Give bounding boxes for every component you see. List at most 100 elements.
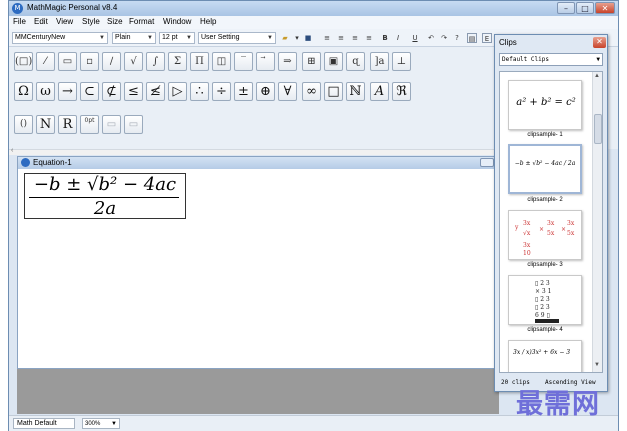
scroll-left-icon[interactable]: ‹: [11, 147, 13, 154]
omega-upper-button[interactable]: Ω: [14, 82, 33, 101]
chevron-down-icon: ▼: [111, 421, 117, 427]
menu-window[interactable]: Window: [163, 17, 191, 26]
fraction-template-icon[interactable]: ⁄: [36, 52, 55, 71]
for-all-button[interactable]: ∀: [278, 82, 297, 101]
open-folder-icon[interactable]: ▰: [280, 33, 290, 43]
infinity-button[interactable]: ∞: [302, 82, 321, 101]
menu-file[interactable]: File: [13, 17, 26, 26]
scroll-up-icon[interactable]: ▲: [594, 73, 600, 79]
arrow-right-button[interactable]: →: [58, 82, 77, 101]
equation-box[interactable]: −b ± √b² − 4ac 2a: [24, 173, 186, 219]
not-subset-button[interactable]: ⊄: [102, 82, 121, 101]
clip-item[interactable]: y 3x √x × 3x 5x × 3x 5x 3x 10: [508, 210, 582, 260]
clip-item[interactable]: ▯ 2 3 × 3 1 ▯ 2 3 ▯ 2 36 9 ▯: [508, 275, 582, 325]
product-template-icon[interactable]: Π: [190, 52, 209, 71]
italic-a-button[interactable]: A: [370, 82, 389, 101]
subscript-template-icon[interactable]: ▭: [58, 52, 77, 71]
menu-edit[interactable]: Edit: [34, 17, 48, 26]
size-select[interactable]: 12 pt ▼: [159, 32, 195, 44]
scrollbar-thumb[interactable]: [594, 114, 602, 144]
minimize-button[interactable]: –: [557, 2, 575, 14]
save-icon[interactable]: ■: [303, 33, 313, 43]
custom-r-button[interactable]: R: [58, 115, 77, 134]
radical-template-icon[interactable]: √: [124, 52, 143, 71]
underbrace-template-icon[interactable]: ◫: [212, 52, 231, 71]
setting-select[interactable]: User Setting ▼: [198, 32, 276, 44]
omega-lower-button[interactable]: ω: [36, 82, 55, 101]
divide-button[interactable]: ÷: [212, 82, 231, 101]
bold-icon[interactable]: B: [380, 33, 390, 43]
box-button[interactable]: □: [324, 82, 343, 101]
clips-scrollbar[interactable]: ▲ ▼: [592, 72, 602, 372]
overbar-template-icon[interactable]: ‾: [234, 52, 253, 71]
boxed-template-icon[interactable]: ▣: [324, 52, 343, 71]
parentheses-template-icon[interactable]: (□): [14, 52, 33, 71]
labeled-arrow-template-icon[interactable]: ⇒: [278, 52, 297, 71]
slash-fraction-template-icon[interactable]: ∕: [102, 52, 121, 71]
title-bar[interactable]: M MathMagic Personal v8.4 – □ ✕: [9, 1, 618, 16]
menu-help[interactable]: Help: [200, 17, 216, 26]
menu-style[interactable]: Style: [82, 17, 100, 26]
circled-plus-button[interactable]: ⊕: [256, 82, 275, 101]
clips-list[interactable]: a² + b² = c² clipsample- 1 −b ± √b² − 4a…: [499, 71, 603, 373]
align-left-icon[interactable]: ≡: [322, 33, 332, 43]
align-center-icon[interactable]: ≡: [336, 33, 346, 43]
custom-n-button[interactable]: N: [36, 115, 55, 134]
maximize-button[interactable]: □: [576, 2, 594, 14]
equation-title-bar[interactable]: Equation-1: [18, 157, 498, 169]
clip-library-select[interactable]: Default Clips ▼: [499, 53, 603, 66]
chevron-down-icon: ▼: [147, 35, 153, 41]
clips-close-button[interactable]: ✕: [593, 37, 606, 48]
matrix-template-icon[interactable]: ⊞: [302, 52, 321, 71]
therefore-button[interactable]: ∴: [190, 82, 209, 101]
menu-size[interactable]: Size: [107, 17, 123, 26]
clip-item[interactable]: a² + b² = c²: [508, 80, 582, 130]
clip-item[interactable]: 3x / x)3x² + 6x − 3: [508, 340, 582, 372]
chevron-down-icon: ▼: [596, 56, 600, 63]
equation-panel-icon[interactable]: E: [482, 33, 492, 43]
custom-slot-1-button[interactable]: ▭: [102, 115, 121, 134]
dropdown-arrow-icon[interactable]: ▾: [292, 33, 302, 43]
menu-view[interactable]: View: [56, 17, 73, 26]
palette-scrollbar[interactable]: ‹: [9, 147, 499, 155]
help-icon[interactable]: ?: [452, 33, 462, 43]
align-right-icon[interactable]: ≡: [350, 33, 360, 43]
clip-item-selected[interactable]: −b ± √b² − 4ac / 2a: [508, 144, 582, 194]
clip-label: clipsample- 2: [527, 197, 563, 203]
bracket-template-icon[interactable]: ]a: [370, 52, 389, 71]
close-button[interactable]: ✕: [595, 2, 615, 14]
zoom-select[interactable]: 300% ▼: [82, 418, 120, 429]
equation-denominator[interactable]: 2a: [29, 198, 181, 219]
menu-format[interactable]: Format: [129, 17, 154, 26]
font-select[interactable]: MMCenturyNew ▼: [12, 32, 108, 44]
undo-icon[interactable]: ↶: [426, 33, 436, 43]
equation-numerator[interactable]: −b ± √b² − 4ac: [29, 174, 181, 195]
spacing-button[interactable]: 0pt: [80, 115, 99, 134]
plus-minus-button[interactable]: ±: [234, 82, 253, 101]
style-select[interactable]: Plain ▼: [112, 32, 156, 44]
summation-template-icon[interactable]: Σ: [168, 52, 187, 71]
clip-preview: 3x / x)3x² + 6x − 3: [513, 349, 571, 356]
underline-icon[interactable]: U: [410, 33, 420, 43]
less-equal-button[interactable]: ≤: [124, 82, 143, 101]
fraktur-r-button[interactable]: ℜ: [392, 82, 411, 101]
embellishment-template-icon[interactable]: ɋ: [346, 52, 365, 71]
svg-text:10: 10: [523, 250, 531, 257]
math-mode-field[interactable]: Math Default: [13, 418, 75, 429]
not-less-equal-button[interactable]: ≰: [146, 82, 165, 101]
restore-window-button[interactable]: [480, 158, 494, 167]
limit-template-icon[interactable]: ⊥: [392, 52, 411, 71]
triangle-right-button[interactable]: ▷: [168, 82, 187, 101]
align-justify-icon[interactable]: ≡: [364, 33, 374, 43]
custom-slot-2-button[interactable]: ▭: [124, 115, 143, 134]
integral-template-icon[interactable]: ∫: [146, 52, 165, 71]
over-arrow-template-icon[interactable]: ⃗: [256, 52, 275, 71]
scroll-down-icon[interactable]: ▼: [594, 362, 600, 368]
clips-panel-icon[interactable]: ▤: [467, 33, 477, 43]
double-struck-n-button[interactable]: ℕ: [346, 82, 365, 101]
superscript-template-icon[interactable]: ▫: [80, 52, 99, 71]
subset-button[interactable]: ⊂: [80, 82, 99, 101]
redo-icon[interactable]: ↷: [439, 33, 449, 43]
custom-parentheses-button[interactable]: (): [14, 115, 33, 134]
italic-icon[interactable]: I: [393, 33, 403, 43]
